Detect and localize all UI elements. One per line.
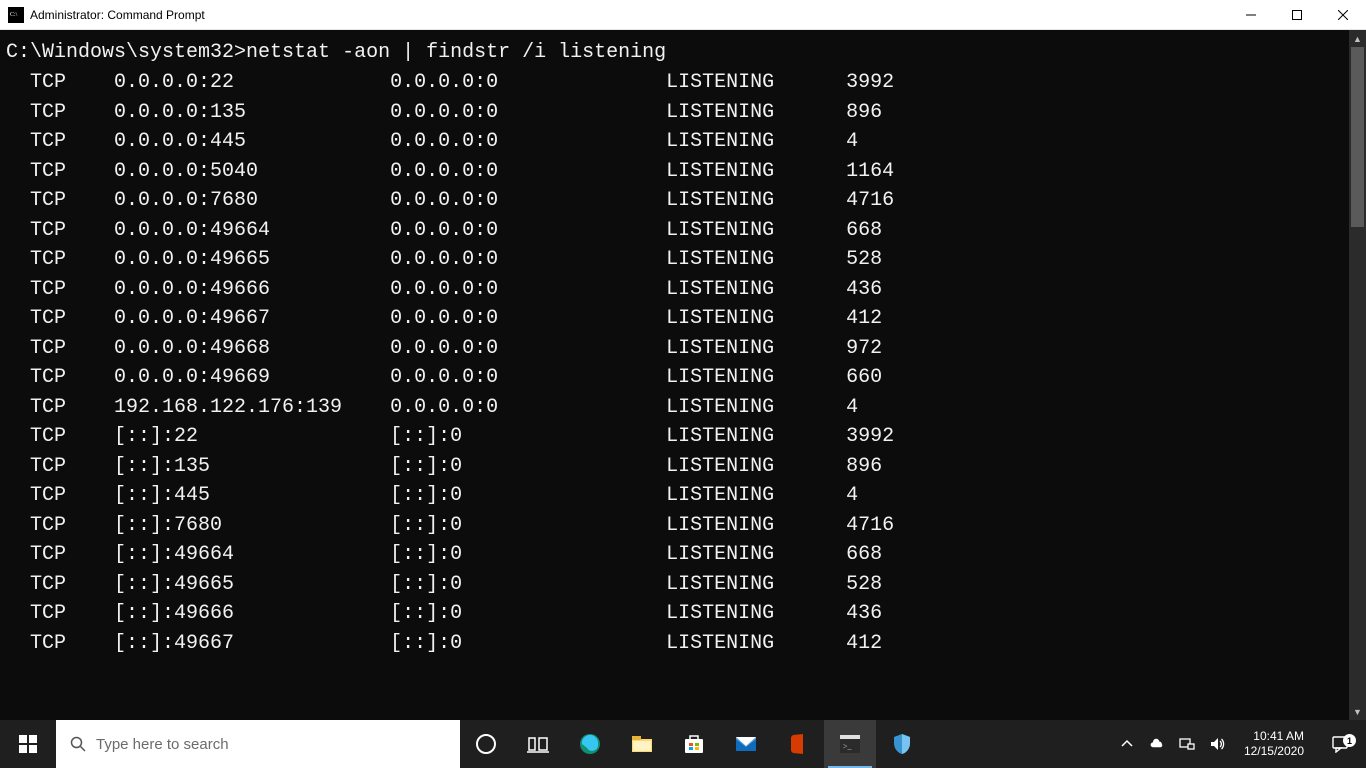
taskbar-app-command-prompt[interactable]: >_	[824, 720, 876, 768]
terminal-window: C:\Windows\system32>netstat -aon | finds…	[0, 30, 1366, 720]
cloud-icon	[1149, 736, 1165, 752]
taskbar-app-store[interactable]	[668, 720, 720, 768]
vertical-scrollbar[interactable]: ▲ ▼	[1349, 30, 1366, 720]
cortana-icon	[474, 732, 498, 756]
file-explorer-icon	[630, 732, 654, 756]
tray-overflow-button[interactable]	[1116, 720, 1138, 768]
task-view-button[interactable]	[512, 720, 564, 768]
taskbar: Type here to search >_	[0, 720, 1366, 768]
scroll-up-arrow-icon[interactable]: ▲	[1349, 30, 1366, 47]
network-icon	[1179, 736, 1195, 752]
taskbar-pinned-apps: >_	[460, 720, 928, 768]
taskbar-search[interactable]: Type here to search	[56, 720, 460, 768]
terminal-viewport[interactable]: C:\Windows\system32>netstat -aon | finds…	[0, 30, 1349, 720]
windows-security-icon	[890, 732, 914, 756]
mail-icon	[734, 732, 758, 756]
prompt-line: C:\Windows\system32>netstat -aon | finds…	[6, 38, 1343, 68]
prompt-path: C:\Windows\system32>	[6, 41, 246, 64]
office-icon	[786, 732, 810, 756]
search-icon	[70, 736, 86, 752]
chevron-up-icon	[1119, 736, 1135, 752]
tray-volume[interactable]	[1206, 720, 1228, 768]
command-prompt-icon: >_	[838, 732, 862, 756]
close-button[interactable]	[1320, 0, 1366, 30]
scroll-down-arrow-icon[interactable]: ▼	[1349, 703, 1366, 720]
start-button[interactable]	[0, 720, 56, 768]
task-view-icon	[526, 732, 550, 756]
notification-badge: 1	[1343, 734, 1356, 747]
scrollbar-track[interactable]	[1349, 47, 1366, 703]
svg-text:>_: >_	[843, 742, 853, 751]
taskbar-app-office[interactable]	[772, 720, 824, 768]
taskbar-clock[interactable]: 10:41 AM 12/15/2020	[1236, 729, 1312, 759]
tray-network[interactable]	[1176, 720, 1198, 768]
action-center-button[interactable]: 1	[1320, 735, 1360, 753]
entered-command: netstat -aon | findstr /i listening	[246, 41, 666, 64]
svg-text:C:\: C:\	[10, 12, 18, 18]
taskbar-app-mail[interactable]	[720, 720, 772, 768]
terminal-output: TCP 0.0.0.0:22 0.0.0.0:0 LISTENING 3992 …	[6, 68, 1343, 658]
maximize-button[interactable]	[1274, 0, 1320, 30]
window-title: Administrator: Command Prompt	[30, 8, 1228, 22]
taskbar-app-security[interactable]	[876, 720, 928, 768]
microsoft-store-icon	[682, 732, 706, 756]
system-tray: 10:41 AM 12/15/2020 1	[1106, 720, 1366, 768]
search-placeholder: Type here to search	[96, 736, 229, 753]
scrollbar-thumb[interactable]	[1351, 47, 1364, 227]
clock-time: 10:41 AM	[1253, 729, 1304, 744]
volume-icon	[1209, 736, 1225, 752]
cmd-icon: C:\	[8, 7, 24, 23]
taskbar-app-edge[interactable]	[564, 720, 616, 768]
windows-logo-icon	[19, 735, 37, 753]
cortana-button[interactable]	[460, 720, 512, 768]
tray-onedrive[interactable]	[1146, 720, 1168, 768]
window-titlebar[interactable]: C:\ Administrator: Command Prompt	[0, 0, 1366, 30]
taskbar-app-file-explorer[interactable]	[616, 720, 668, 768]
minimize-button[interactable]	[1228, 0, 1274, 30]
clock-date: 12/15/2020	[1244, 744, 1304, 759]
edge-icon	[578, 732, 602, 756]
